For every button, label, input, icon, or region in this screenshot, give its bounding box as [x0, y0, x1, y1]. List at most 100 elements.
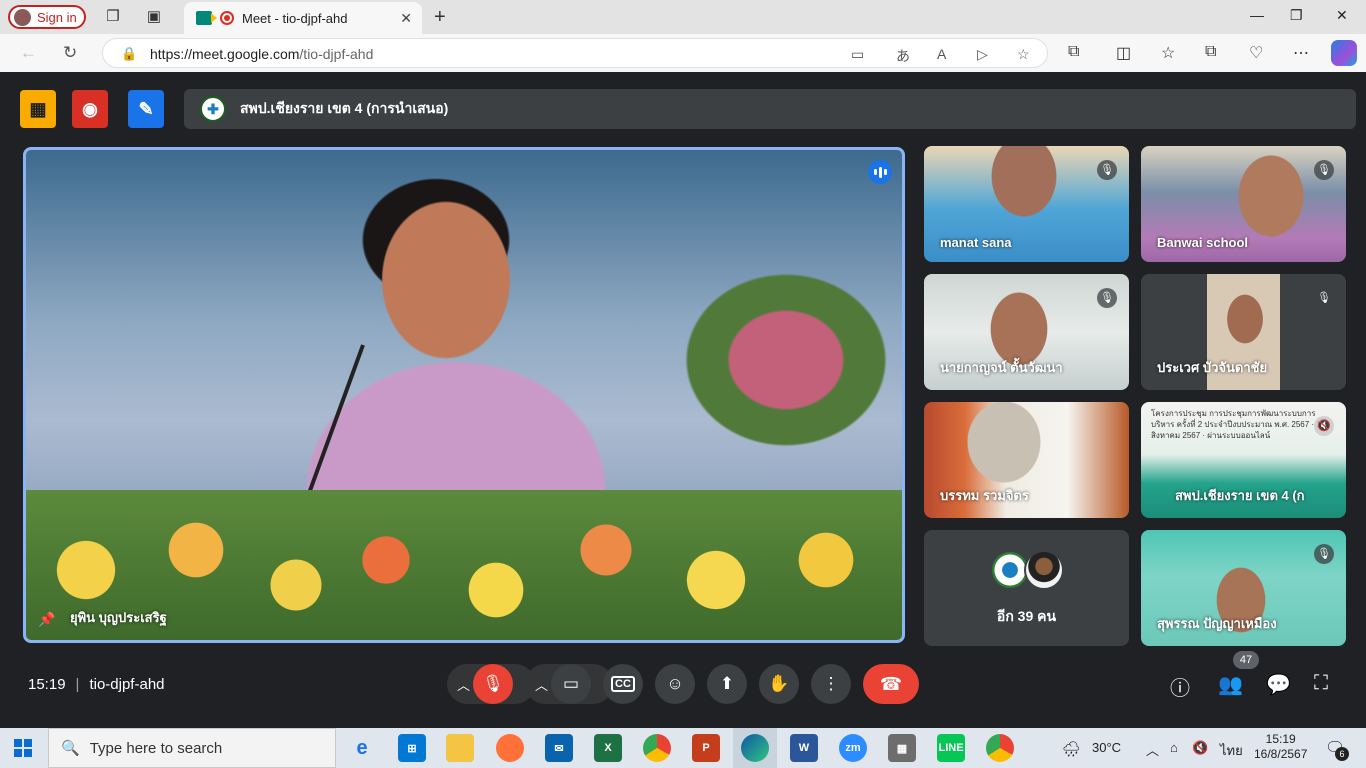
sign-in-button[interactable]: Sign in — [8, 5, 86, 29]
participant-name: บรรทม รวมจิตร — [940, 488, 1029, 503]
calculator-icon[interactable]: ▦ — [888, 734, 916, 762]
tab-actions-icon[interactable]: ▣ — [145, 8, 163, 26]
participant-avatar — [1024, 550, 1064, 590]
camera-off-indicator-icon[interactable]: ▦ — [20, 90, 56, 128]
participant-tile[interactable]: โครงการประชุม การประชุมการพัฒนาระบบการบร… — [1141, 402, 1346, 518]
close-tab-icon[interactable]: ✕ — [400, 10, 412, 27]
minimize-button[interactable]: — — [1250, 7, 1264, 23]
audio-options-chevron-icon[interactable]: ︿ — [457, 675, 470, 694]
captions-icon: CC — [611, 676, 635, 692]
meet-window: ▦ ◉ ✎ ✚ สพป.เชียงราย เขต 4 (การนำเสนอ) 📌… — [4, 72, 1362, 724]
chrome-icon[interactable] — [643, 734, 671, 762]
participant-name: นายกาญจน์ ตั้นวัฒนา — [940, 360, 1063, 375]
chat-icon[interactable]: 💬 — [1266, 672, 1291, 697]
raise-hand-button[interactable]: ✋ — [759, 664, 799, 704]
extensions-icon[interactable]: ⧉ — [1068, 43, 1079, 61]
workspaces-icon[interactable]: ❐ — [104, 8, 122, 26]
collections-icon[interactable]: ⧉ — [1205, 43, 1216, 61]
main-speaker-tile[interactable]: 📌 ยุพิน บุญประเสริฐ — [23, 147, 905, 643]
reactions-button[interactable]: ☺ — [655, 664, 695, 704]
participant-name: สพป.เชียงราย เขต 4 (ก — [1175, 488, 1305, 503]
tab-meet[interactable]: Meet - tio-djpf-ahd ✕ — [184, 2, 422, 34]
weather-temp[interactable]: 30°C — [1092, 740, 1121, 755]
camera-permission-icon[interactable]: ▭ — [851, 46, 864, 63]
media-icon[interactable]: ▷ — [977, 46, 988, 63]
participant-name: manat sana — [940, 235, 1012, 250]
camera-toggle-button[interactable]: ▭ — [551, 664, 591, 704]
main-speaker-name: ยุพิน บุญประเสริฐ — [70, 610, 167, 625]
leave-call-button[interactable]: ☎ — [863, 664, 919, 704]
chrome-profile-icon[interactable] — [986, 734, 1014, 762]
restore-button[interactable]: ❐ — [1290, 7, 1303, 24]
participant-tile[interactable]: 🎙︎ manat sana — [924, 146, 1129, 262]
organization-logo-icon: ✚ — [200, 96, 226, 122]
firefox-icon[interactable] — [496, 734, 524, 762]
end-call-icon: ☎ — [879, 673, 903, 694]
present-screen-button[interactable]: ⬆ — [707, 664, 747, 704]
participant-tile[interactable]: 🎙︎ นายกาญจน์ ตั้นวัฒนา — [924, 274, 1129, 390]
new-tab-button[interactable]: + — [434, 6, 446, 29]
address-bar[interactable]: 🔒 https://meet.google.com/tio-djpf-ahd ▭… — [102, 38, 1048, 68]
lock-icon[interactable]: 🔒 — [121, 46, 137, 62]
read-aloud-icon[interactable]: A — [937, 46, 946, 62]
excel-icon[interactable]: X — [594, 734, 622, 762]
volume-muted-icon[interactable]: 🔇 — [1192, 740, 1208, 756]
meeting-time: 15:19 — [28, 676, 66, 693]
speaking-indicator-icon — [868, 160, 892, 184]
video-options-chevron-icon[interactable]: ︿ — [535, 675, 548, 694]
tray-clock[interactable]: 15:19 16/8/2567 — [1254, 732, 1307, 762]
microsoft-store-icon[interactable]: ⊞ — [398, 734, 426, 762]
pin-icon[interactable]: 📌 — [38, 611, 55, 628]
copilot-icon[interactable] — [1331, 40, 1357, 66]
word-icon[interactable]: W — [790, 734, 818, 762]
whiteboard-icon[interactable]: ✎ — [128, 90, 164, 128]
powerpoint-icon[interactable]: P — [692, 734, 720, 762]
browser-essentials-icon[interactable]: ♡ — [1249, 43, 1263, 63]
refresh-icon[interactable]: ↻ — [63, 43, 77, 63]
back-icon[interactable]: ← — [20, 43, 37, 63]
network-icon[interactable]: ⌂ — [1170, 740, 1178, 755]
mail-icon[interactable]: ✉ — [545, 734, 573, 762]
more-options-button[interactable]: ⋮ — [811, 664, 851, 704]
captions-button[interactable]: CC — [603, 664, 643, 704]
participant-name: สุพรรณ ปัญญาเหมือง — [1157, 616, 1277, 631]
participant-tile[interactable]: 🎙︎ Banwai school — [1141, 146, 1346, 262]
more-participants-tile[interactable]: อีก 39 คน — [924, 530, 1129, 646]
favorite-star-icon[interactable]: ☆ — [1017, 46, 1030, 63]
people-icon[interactable]: 👥 — [1218, 672, 1243, 697]
tray-chevron-icon[interactable]: ︿ — [1146, 740, 1159, 759]
split-screen-icon[interactable]: ◫ — [1116, 43, 1131, 63]
zoom-icon[interactable]: zm — [839, 734, 867, 762]
internet-explorer-icon[interactable]: e — [348, 734, 376, 762]
close-window-button[interactable]: ✕ — [1336, 7, 1348, 24]
taskbar-search-box[interactable]: 🔍 Type here to search — [48, 728, 336, 768]
google-meet-icon — [196, 11, 217, 25]
windows-taskbar: 🔍 Type here to search e ⊞ ✉ X P W zm ▦ L… — [0, 728, 1366, 768]
tab-title: Meet - tio-djpf-ahd — [242, 10, 348, 26]
mic-off-icon: 🎙︎ — [1314, 288, 1334, 308]
participant-tile[interactable]: 🎙︎ สุพรรณ ปัญญาเหมือง — [1141, 530, 1346, 646]
participant-tile[interactable]: บรรทม รวมจิตร — [924, 402, 1129, 518]
translate-icon[interactable]: あ — [896, 46, 910, 66]
audio-off-icon: 🔇 — [1314, 416, 1334, 436]
mic-off-icon: 🎙︎ — [482, 674, 504, 693]
url-text: https://meet.google.com/tio-djpf-ahd — [150, 46, 374, 62]
meeting-details-icon[interactable]: ⓘ — [1170, 672, 1190, 701]
windows-start-icon[interactable] — [14, 739, 32, 757]
presentation-title: สพป.เชียงราย เขต 4 (การนำเสนอ) — [240, 100, 449, 116]
tray-date: 16/8/2567 — [1254, 747, 1308, 761]
edge-icon[interactable] — [741, 734, 769, 762]
participant-tile[interactable]: 🎙︎ ประเวศ บัวจันดาชัย — [1141, 274, 1346, 390]
mic-off-icon: 🎙︎ — [1314, 544, 1334, 564]
line-icon[interactable]: LINE — [937, 734, 965, 762]
hand-icon: ✋ — [768, 674, 790, 693]
input-language[interactable]: ไทย — [1220, 740, 1243, 761]
file-explorer-icon[interactable] — [446, 734, 474, 762]
activities-icon[interactable]: ⛶ — [1314, 672, 1328, 695]
recording-button-icon[interactable]: ◉ — [72, 90, 108, 128]
weather-icon[interactable]: 🌧 — [1062, 740, 1081, 758]
mic-off-icon: 🎙︎ — [1314, 160, 1334, 180]
favorites-icon[interactable]: ☆ — [1161, 43, 1175, 63]
more-menu-icon[interactable]: ⋯ — [1293, 43, 1309, 63]
mic-toggle-button[interactable]: 🎙︎ — [473, 664, 513, 704]
